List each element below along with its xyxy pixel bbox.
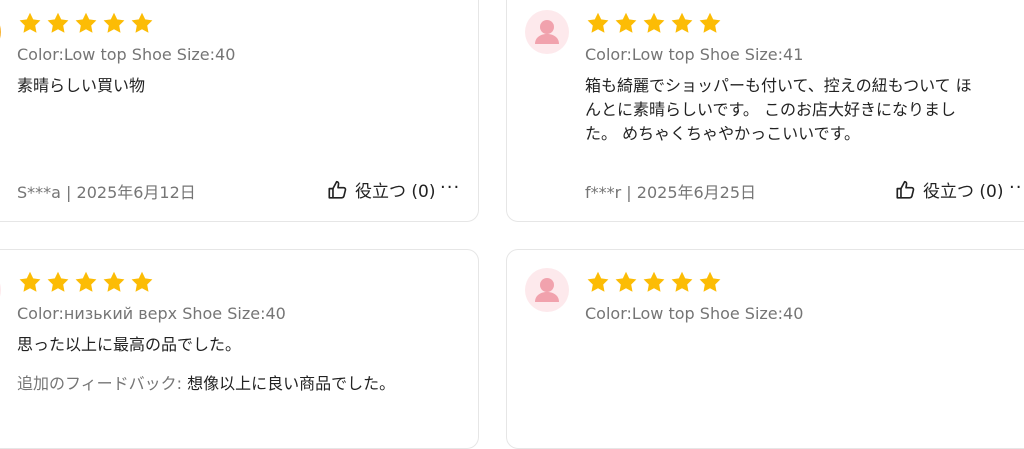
thumbs-up-icon [896,180,915,199]
star-icon [699,271,721,292]
star-rating [586,270,722,294]
star-icon [75,12,97,33]
star-icon [643,12,665,33]
review-card-4: Color:Low top Shoe Size:40 [506,249,1024,449]
helpful-label: 役立つ (0) [923,182,1004,202]
review-text: 素晴らしい買い物 [17,76,146,95]
star-rating [18,11,154,35]
avatar [0,10,1,54]
review-card-2: Color:Low top Shoe Size:41 箱も綺麗でショッパーも付い… [506,0,1024,222]
star-icon [615,271,637,292]
review-text-line-3: た。 めちゃくちゃやかっこいいです。 [585,124,861,143]
author-date: S***a | 2025年6月12日 [17,183,196,202]
avatar [525,268,569,312]
avatar [525,10,569,54]
star-icon [75,271,97,292]
star-icon [587,271,609,292]
sku-info: Color:Low top Shoe Size:40 [17,45,236,64]
star-icon [103,271,125,292]
review-text-line-1: 箱も綺麗でショッパーも付いて、控えの紐もついて ほ [585,76,972,95]
helpful-button[interactable]: 役立つ (0) [327,177,435,202]
helpful-button[interactable]: 役立つ (0) [895,177,1003,202]
helpful-label: 役立つ (0) [355,182,436,202]
star-rating [18,270,154,294]
additional-feedback-text: 想像以上に良い商品でした。 [187,374,396,393]
review-card-1: Color:Low top Shoe Size:40 素晴らしい買い物 S***… [0,0,479,222]
star-icon [643,271,665,292]
star-icon [587,12,609,33]
more-options-button[interactable]: ··· [1009,177,1024,198]
sku-info: Color:низький верх Shoe Size:40 [17,304,286,323]
star-icon [103,12,125,33]
sku-info: Color:Low top Shoe Size:40 [585,304,804,323]
author-date: f***r | 2025年6月25日 [585,183,757,202]
star-icon [47,12,69,33]
review-card-3: Color:низький верх Shoe Size:40 思った以上に最高… [0,249,479,449]
star-icon [19,271,41,292]
star-icon [131,271,153,292]
star-icon [699,12,721,33]
review-text-line-2: んとに素晴らしいです。 このお店大好きになりまし [585,100,957,119]
star-icon [671,12,693,33]
user-icon [535,20,559,44]
review-text: 思った以上に最高の品でした。 [17,335,242,354]
thumbs-up-icon [328,180,347,199]
avatar [0,268,1,312]
more-options-button[interactable]: ··· [440,177,460,198]
sku-info: Color:Low top Shoe Size:41 [585,45,804,64]
star-icon [615,12,637,33]
star-icon [671,271,693,292]
additional-feedback: 追加のフィードバック: 想像以上に良い商品でした。 [17,372,395,396]
star-icon [131,12,153,33]
user-icon [535,278,559,302]
star-rating [586,11,722,35]
additional-feedback-label: 追加のフィードバック: [17,374,183,393]
star-icon [19,12,41,33]
star-icon [47,271,69,292]
